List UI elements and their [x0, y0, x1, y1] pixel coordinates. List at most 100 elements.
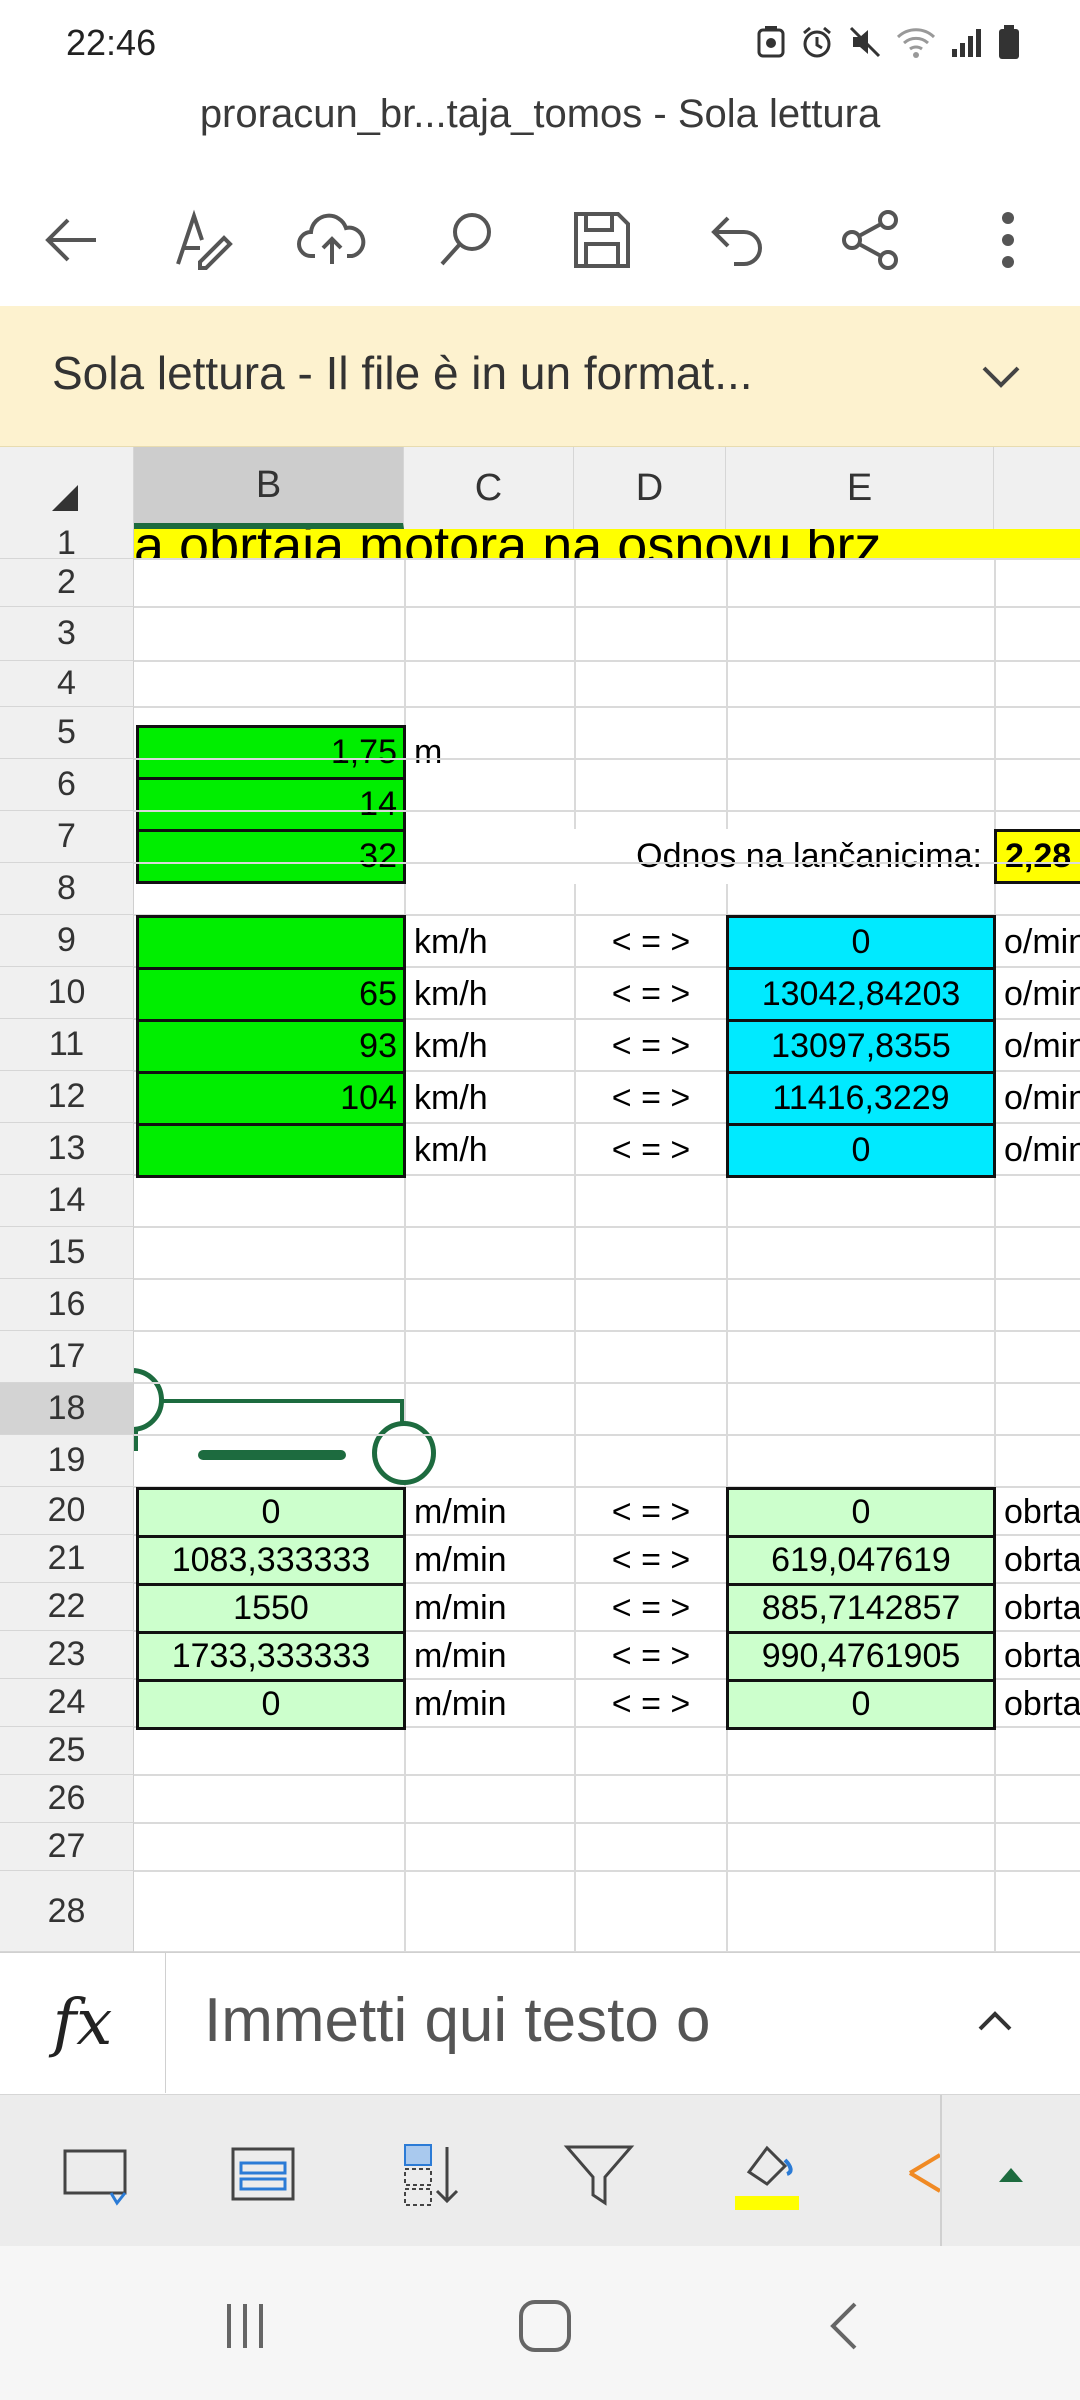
column-header-c[interactable]: C [404, 447, 574, 529]
rpm-row-c-cell[interactable]: m/min [406, 1631, 574, 1682]
rpm-row-e-cell[interactable]: 0 [726, 1487, 996, 1538]
cell-d7[interactable]: Odnos na lančanicima: [574, 829, 994, 884]
speed-row-c-cell[interactable]: km/h [406, 967, 574, 1022]
row-header-16[interactable]: 16 [0, 1279, 134, 1331]
speed-row-b-cell[interactable]: 104 [136, 1071, 406, 1126]
rpm-row-b-cell[interactable]: 1083,333333 [136, 1535, 406, 1586]
rpm-row-e-cell[interactable]: 990,4761905 [726, 1631, 996, 1682]
rpm-row-e-cell[interactable]: 885,7142857 [726, 1583, 996, 1634]
row-header-7[interactable]: 7 [0, 811, 134, 863]
rpm-row-f-cell[interactable]: obrta [996, 1583, 1080, 1634]
speed-row-d-cell[interactable]: < = > [576, 1123, 726, 1178]
rpm-row-f-cell[interactable]: obrta [996, 1631, 1080, 1682]
speed-row-c-cell[interactable]: km/h [406, 915, 574, 970]
speed-row-f-cell[interactable]: o/min [996, 1071, 1080, 1126]
rpm-row-e-cell[interactable]: 619,047619 [726, 1535, 996, 1586]
rpm-row-b-cell[interactable]: 1550 [136, 1583, 406, 1634]
rpm-row-d-cell[interactable]: < = > [576, 1535, 726, 1586]
rpm-row-d-cell[interactable]: < = > [576, 1631, 726, 1682]
row-header-6[interactable]: 6 [0, 759, 134, 811]
more-options-button[interactable] [966, 198, 1050, 282]
row-header-11[interactable]: 11 [0, 1019, 134, 1071]
speed-row-b-cell[interactable]: 93 [136, 1019, 406, 1074]
cell-f7[interactable]: 2,28 [994, 829, 1080, 884]
speed-row-e-cell[interactable]: 11416,3229 [726, 1071, 996, 1126]
column-header-e[interactable]: E [726, 447, 994, 529]
select-all-corner[interactable] [0, 447, 134, 529]
row-header-20[interactable]: 20 [0, 1487, 134, 1535]
sort-button[interactable] [386, 2129, 476, 2219]
read-only-banner[interactable]: Sola lettura - Il file è in un format... [0, 306, 1080, 447]
rpm-row-f-cell[interactable]: obrta [996, 1679, 1080, 1730]
banner-expand-button[interactable] [974, 350, 1028, 404]
edit-button[interactable] [160, 198, 244, 282]
function-button[interactable]: fx [0, 1953, 166, 2093]
rpm-row-b-cell[interactable]: 1733,333333 [136, 1631, 406, 1682]
speed-row-b-cell[interactable] [136, 1123, 406, 1178]
more-tool-button[interactable] [880, 2129, 940, 2219]
rpm-row-d-cell[interactable]: < = > [576, 1583, 726, 1634]
undo-button[interactable] [696, 198, 780, 282]
filter-button[interactable] [554, 2129, 644, 2219]
speed-row-b-cell[interactable]: 65 [136, 967, 406, 1022]
row-header-26[interactable]: 26 [0, 1775, 134, 1823]
row-header-22[interactable]: 22 [0, 1583, 134, 1631]
fill-color-button[interactable] [722, 2129, 812, 2219]
toolbar-expand-button[interactable] [966, 2129, 1056, 2219]
rpm-row-d-cell[interactable]: < = > [576, 1679, 726, 1730]
speed-row-e-cell[interactable]: 13097,8355 [726, 1019, 996, 1074]
row-header-27[interactable]: 27 [0, 1823, 134, 1871]
row-header-17[interactable]: 17 [0, 1331, 134, 1383]
selection-handle-end[interactable] [372, 1421, 436, 1485]
speed-row-f-cell[interactable]: o/min [996, 1123, 1080, 1178]
speed-row-d-cell[interactable]: < = > [576, 915, 726, 970]
row-header-18[interactable]: 18 [0, 1383, 134, 1435]
rpm-row-b-cell[interactable]: 0 [136, 1679, 406, 1730]
rpm-row-e-cell[interactable]: 0 [726, 1679, 996, 1730]
speed-row-c-cell[interactable]: km/h [406, 1123, 574, 1178]
row-header-25[interactable]: 25 [0, 1727, 134, 1775]
rpm-row-c-cell[interactable]: m/min [406, 1583, 574, 1634]
row-header-19[interactable]: 19 [0, 1435, 134, 1487]
row-header-3[interactable]: 3 [0, 607, 134, 661]
sheet-title-cell[interactable]: a obrtaja motora na osnovu brz [134, 529, 1080, 559]
speed-row-d-cell[interactable]: < = > [576, 967, 726, 1022]
cell-c5[interactable]: m [406, 725, 574, 780]
row-header-12[interactable]: 12 [0, 1071, 134, 1123]
recent-apps-button[interactable] [200, 2286, 290, 2366]
row-header-9[interactable]: 9 [0, 915, 134, 967]
column-header-d[interactable]: D [574, 447, 726, 529]
rpm-row-f-cell[interactable]: obrta [996, 1487, 1080, 1538]
back-button[interactable] [30, 198, 114, 282]
row-header-21[interactable]: 21 [0, 1535, 134, 1583]
row-header-15[interactable]: 15 [0, 1227, 134, 1279]
speed-row-e-cell[interactable]: 0 [726, 1123, 996, 1178]
formula-expand-button[interactable] [970, 1997, 1020, 2047]
back-nav-button[interactable] [800, 2286, 890, 2366]
speed-row-f-cell[interactable]: o/min [996, 915, 1080, 970]
row-header-13[interactable]: 13 [0, 1123, 134, 1175]
speed-row-d-cell[interactable]: < = > [576, 1019, 726, 1074]
comment-button[interactable] [50, 2129, 140, 2219]
rpm-row-c-cell[interactable]: m/min [406, 1487, 574, 1538]
row-header-24[interactable]: 24 [0, 1679, 134, 1727]
formula-input[interactable]: Immetti qui testo o [204, 1985, 711, 2056]
search-button[interactable] [424, 198, 508, 282]
rpm-row-d-cell[interactable]: < = > [576, 1487, 726, 1538]
save-button[interactable] [560, 198, 644, 282]
speed-row-e-cell[interactable]: 13042,84203 [726, 967, 996, 1022]
speed-row-d-cell[interactable]: < = > [576, 1071, 726, 1126]
row-header-23[interactable]: 23 [0, 1631, 134, 1679]
rpm-row-b-cell[interactable]: 0 [136, 1487, 406, 1538]
row-header-1[interactable]: 1 [0, 524, 134, 562]
cell-b6[interactable]: 14 [136, 777, 406, 832]
rpm-row-f-cell[interactable]: obrta [996, 1535, 1080, 1586]
rpm-row-c-cell[interactable]: m/min [406, 1535, 574, 1586]
row-header-4[interactable]: 4 [0, 661, 134, 707]
row-header-14[interactable]: 14 [0, 1175, 134, 1227]
row-header-28[interactable]: 28 [0, 1871, 134, 1952]
speed-row-c-cell[interactable]: km/h [406, 1019, 574, 1074]
row-header-5[interactable]: 5 [0, 707, 134, 759]
sheet-view-button[interactable] [218, 2129, 308, 2219]
column-header-f[interactable] [994, 447, 1080, 529]
